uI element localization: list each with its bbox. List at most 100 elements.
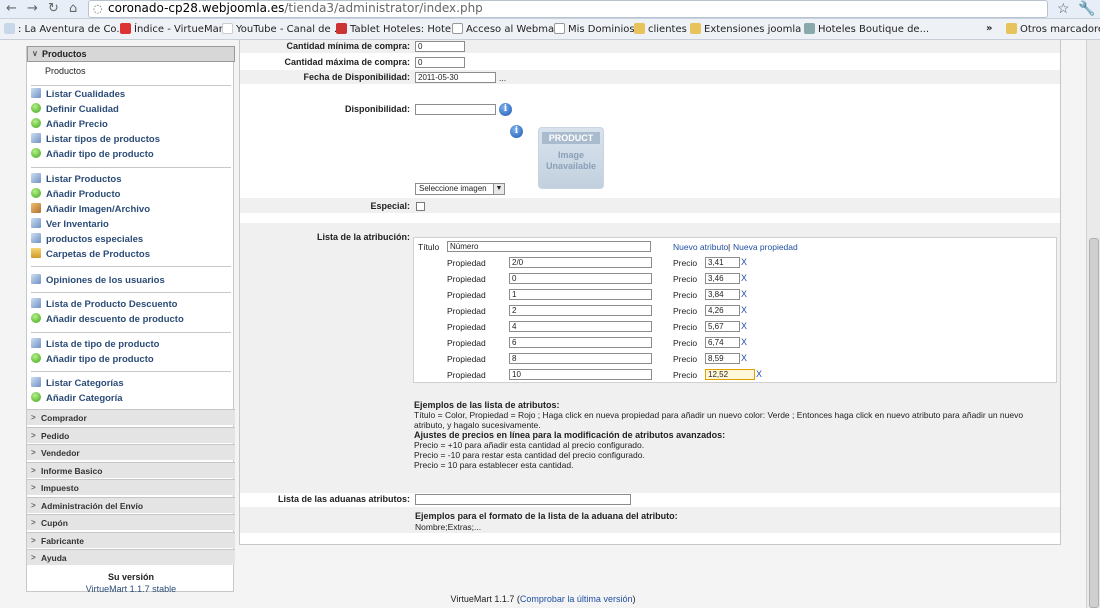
property-input[interactable]: 2/0 xyxy=(509,257,652,268)
folder-icon xyxy=(1006,23,1017,34)
price-input[interactable]: 3,84 xyxy=(705,289,740,300)
reload-icon[interactable]: ↻ xyxy=(48,1,59,16)
price-input[interactable]: 8,59 xyxy=(705,353,740,364)
bookmark-item[interactable]: Tablet Hoteles: Hote... xyxy=(336,23,461,35)
sidebar-group-shipping[interactable]: > Administración del Envío xyxy=(27,497,235,513)
new-attribute-link[interactable]: Nuevo atributo xyxy=(673,242,728,252)
divider xyxy=(31,85,231,86)
price-input[interactable]: 6,74 xyxy=(705,337,740,348)
property-input[interactable]: 2 xyxy=(509,305,652,316)
property-input[interactable]: 8 xyxy=(509,353,652,364)
more-bookmarks-button[interactable]: » xyxy=(986,23,992,34)
sidebar-item-discount-list[interactable]: Lista de Producto Descuento xyxy=(31,298,177,312)
scrollbar-thumb[interactable] xyxy=(1089,238,1099,608)
attr-title-input[interactable]: Número xyxy=(447,241,651,252)
price-label: Precio xyxy=(673,370,698,380)
availability-date-input[interactable]: 2011-05-30 xyxy=(415,72,496,83)
property-input[interactable]: 1 xyxy=(509,289,652,300)
property-label: Propiedad xyxy=(447,370,486,380)
info-icon[interactable]: i xyxy=(510,125,523,138)
max-qty-input[interactable]: 0 xyxy=(415,57,465,68)
sidebar-item-add-price[interactable]: Añadir Precio xyxy=(31,118,108,132)
sidebar-item-add-discount[interactable]: Añadir descuento de producto xyxy=(31,313,184,327)
sidebar-item-product-type-list[interactable]: Lista de tipo de producto xyxy=(31,338,159,352)
bookmark-item[interactable]: Índice - VirtueMart xyxy=(120,23,227,35)
sidebar-group-coupon[interactable]: > Cupón xyxy=(27,514,235,530)
property-input[interactable]: 6 xyxy=(509,337,652,348)
star-icon[interactable]: ☆ xyxy=(1057,0,1070,17)
sidebar-item-add-category[interactable]: Añadir Categoría xyxy=(31,392,123,406)
sidebar-item-define-attribute[interactable]: Definir Cualidad xyxy=(31,103,119,117)
new-property-link[interactable]: Nueva propiedad xyxy=(733,242,798,252)
price-input[interactable]: 5,67 xyxy=(705,321,740,332)
price-input[interactable]: 12,52 xyxy=(705,369,755,380)
chevron-down-icon: ▼ xyxy=(493,184,504,194)
other-bookmarks-folder[interactable]: Otros marcadores xyxy=(1006,23,1100,35)
add-icon xyxy=(31,188,41,198)
admin-sidebar: ∨ Productos Productos Listar Cualidades … xyxy=(26,46,235,594)
back-icon[interactable]: ← xyxy=(6,1,17,16)
date-picker-button[interactable]: ... xyxy=(499,73,506,83)
sidebar-item-inventory[interactable]: Ver Inventario xyxy=(31,218,109,232)
sidebar-header[interactable]: ∨ Productos xyxy=(27,46,235,62)
sidebar-item-add-product[interactable]: Añadir Producto xyxy=(31,188,120,202)
sidebar-item-add-product-type[interactable]: Añadir tipo de producto xyxy=(31,148,154,162)
delete-property-button[interactable]: X xyxy=(741,337,747,347)
special-checkbox[interactable] xyxy=(416,202,425,211)
sidebar-item-list-products[interactable]: Listar Productos xyxy=(31,173,122,187)
sidebar-group-buyer[interactable]: > Comprador xyxy=(27,409,235,425)
sidebar-item-reviews[interactable]: Opiniones de los usuarios xyxy=(31,274,165,288)
sidebar-item-list-product-types[interactable]: Listar tipos de productos xyxy=(31,133,160,147)
check-version-link[interactable]: Comprobar la última versión xyxy=(520,594,633,604)
version-text[interactable]: VirtueMart 1.1.7 stable xyxy=(27,584,235,594)
sidebar-item-special-products[interactable]: productos especiales xyxy=(31,233,143,247)
bookmark-item[interactable]: Hoteles Boutique de... xyxy=(804,23,929,35)
customs-attr-input[interactable] xyxy=(415,494,631,505)
delete-property-button[interactable]: X xyxy=(756,369,762,379)
forward-icon[interactable]: → xyxy=(27,1,38,16)
bookmark-page-icon xyxy=(4,23,15,34)
info-icon[interactable]: i xyxy=(499,103,512,116)
wrench-icon[interactable]: 🔧 xyxy=(1078,0,1095,17)
sidebar-group-order[interactable]: > Pedido xyxy=(27,427,235,443)
property-input[interactable]: 4 xyxy=(509,321,652,332)
url-text[interactable]: coronado-cp28.webjoomla.es/tienda3/admin… xyxy=(108,1,483,15)
property-label: Propiedad xyxy=(447,274,486,284)
sidebar-item-list-attributes[interactable]: Listar Cualidades xyxy=(31,88,125,102)
bookmark-item[interactable]: Mis Dominios xyxy=(554,23,635,35)
sidebar-item-product-folders[interactable]: Carpetas de Productos xyxy=(31,248,150,262)
image-select[interactable]: Seleccione imagen ▼ xyxy=(415,183,505,195)
bookmark-folder[interactable]: Extensiones joomla ... xyxy=(690,23,814,35)
bookmark-item[interactable]: : La Aventura de Co... xyxy=(4,23,126,35)
price-input[interactable]: 3,41 xyxy=(705,257,740,268)
bookmark-item[interactable]: YouTube - Canal de ... xyxy=(222,23,343,35)
sidebar-group-manufacturer[interactable]: > Fabricante xyxy=(27,532,235,548)
property-input[interactable]: 0 xyxy=(509,273,652,284)
price-input[interactable]: 4,26 xyxy=(705,305,740,316)
delete-property-button[interactable]: X xyxy=(741,305,747,315)
sidebar-item-add-image[interactable]: Añadir Imagen/Archivo xyxy=(31,203,150,217)
vertical-scrollbar[interactable] xyxy=(1086,40,1100,608)
bookmark-item[interactable]: Acceso al Webmail xyxy=(452,23,560,35)
min-qty-input[interactable]: 0 xyxy=(415,41,465,52)
sidebar-group-tax[interactable]: > Impuesto xyxy=(27,479,235,495)
property-input[interactable]: 10 xyxy=(509,369,652,380)
sidebar-item-list-categories[interactable]: Listar Categorías xyxy=(31,377,124,391)
delete-property-button[interactable]: X xyxy=(741,273,747,283)
bookmark-folder[interactable]: clientes xyxy=(634,23,687,35)
price-label: Precio xyxy=(673,274,698,284)
availability-input[interactable] xyxy=(415,104,496,115)
list-icon xyxy=(31,298,41,308)
availability-label: Disponibilidad: xyxy=(345,104,410,114)
delete-property-button[interactable]: X xyxy=(741,289,747,299)
price-input[interactable]: 3,46 xyxy=(705,273,740,284)
delete-property-button[interactable]: X xyxy=(741,321,747,331)
sidebar-group-vendor[interactable]: > Vendedor xyxy=(27,444,235,460)
delete-property-button[interactable]: X xyxy=(741,353,747,363)
sidebar-item-add-product-type-2[interactable]: Añadir tipo de producto xyxy=(31,353,154,367)
sidebar-group-help[interactable]: > Ayuda xyxy=(27,549,235,565)
home-icon[interactable]: ⌂ xyxy=(69,1,77,16)
delete-property-button[interactable]: X xyxy=(741,257,747,267)
youtube-icon xyxy=(222,23,233,34)
sidebar-group-basic-report[interactable]: > Informe Basico xyxy=(27,462,235,478)
